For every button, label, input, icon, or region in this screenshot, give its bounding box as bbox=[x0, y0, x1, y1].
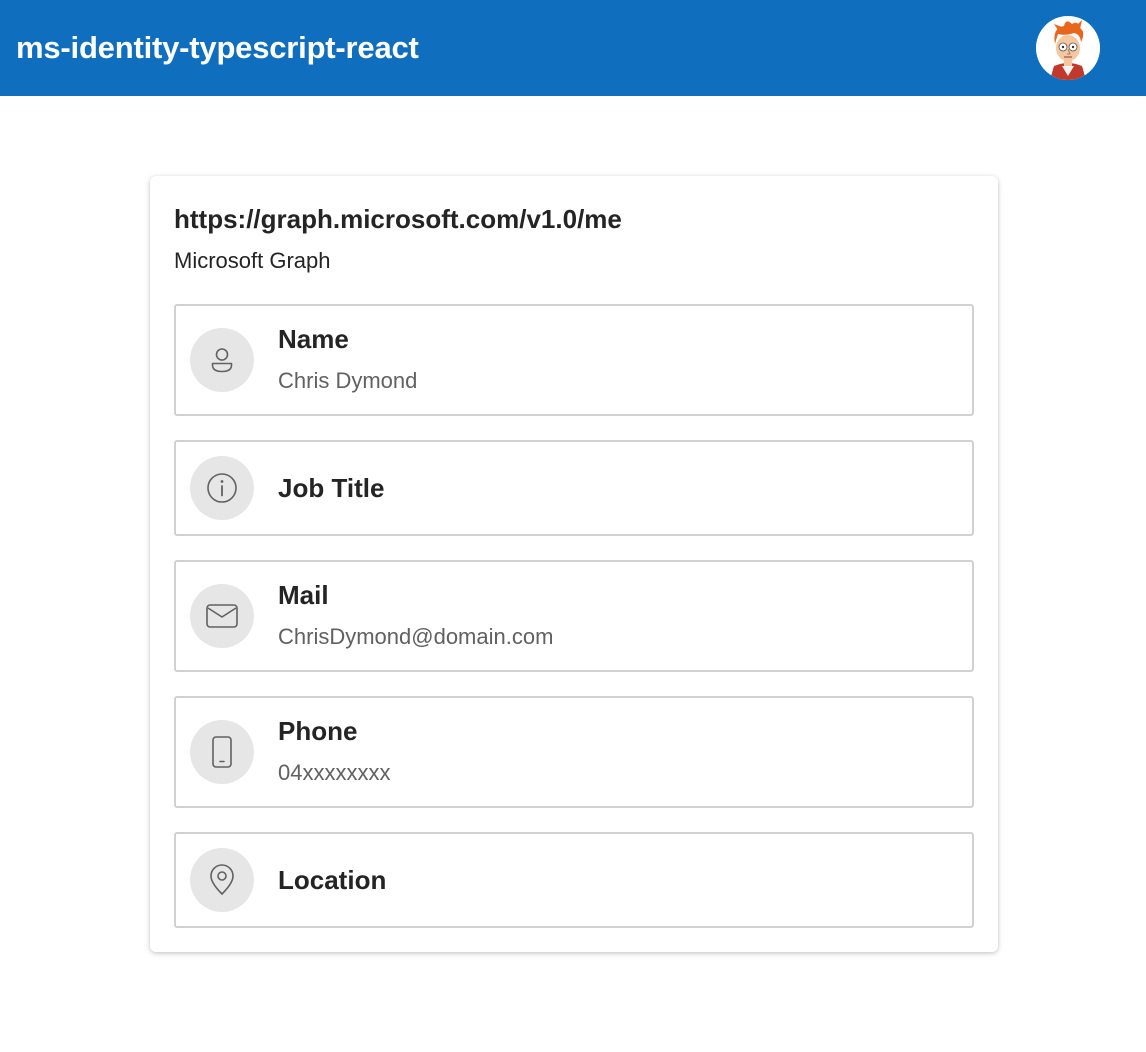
info-icon bbox=[190, 456, 254, 520]
app-title[interactable]: ms-identity-typescript-react bbox=[16, 28, 419, 68]
card-subtitle: Microsoft Graph bbox=[174, 248, 331, 273]
phone-icon bbox=[190, 720, 254, 784]
app-bar: ms-identity-typescript-react bbox=[0, 0, 1146, 96]
mail-icon bbox=[190, 584, 254, 648]
list-item-job-title[interactable]: Job Title bbox=[174, 440, 974, 536]
item-label: Job Title bbox=[278, 473, 385, 503]
list-item-mail[interactable]: Mail ChrisDymond@domain.com bbox=[174, 560, 974, 672]
item-label: Name bbox=[278, 324, 349, 354]
item-value: Chris Dymond bbox=[278, 368, 418, 393]
avatar-cartoon-icon bbox=[1036, 16, 1100, 80]
card-title: https://graph.microsoft.com/v1.0/me bbox=[174, 204, 622, 234]
list-item-phone[interactable]: Phone 04xxxxxxxx bbox=[174, 696, 974, 808]
item-label: Location bbox=[278, 865, 387, 895]
item-label: Mail bbox=[278, 580, 329, 610]
list-item-name[interactable]: Name Chris Dymond bbox=[174, 304, 974, 416]
list-item-location[interactable]: Location bbox=[174, 832, 974, 928]
user-avatar[interactable] bbox=[1036, 16, 1100, 80]
profile-card: https://graph.microsoft.com/v1.0/me Micr… bbox=[150, 176, 998, 952]
item-label: Phone bbox=[278, 716, 358, 746]
person-icon bbox=[190, 328, 254, 392]
item-value: 04xxxxxxxx bbox=[278, 760, 391, 785]
location-icon bbox=[190, 848, 254, 912]
item-value: ChrisDymond@domain.com bbox=[278, 624, 554, 649]
